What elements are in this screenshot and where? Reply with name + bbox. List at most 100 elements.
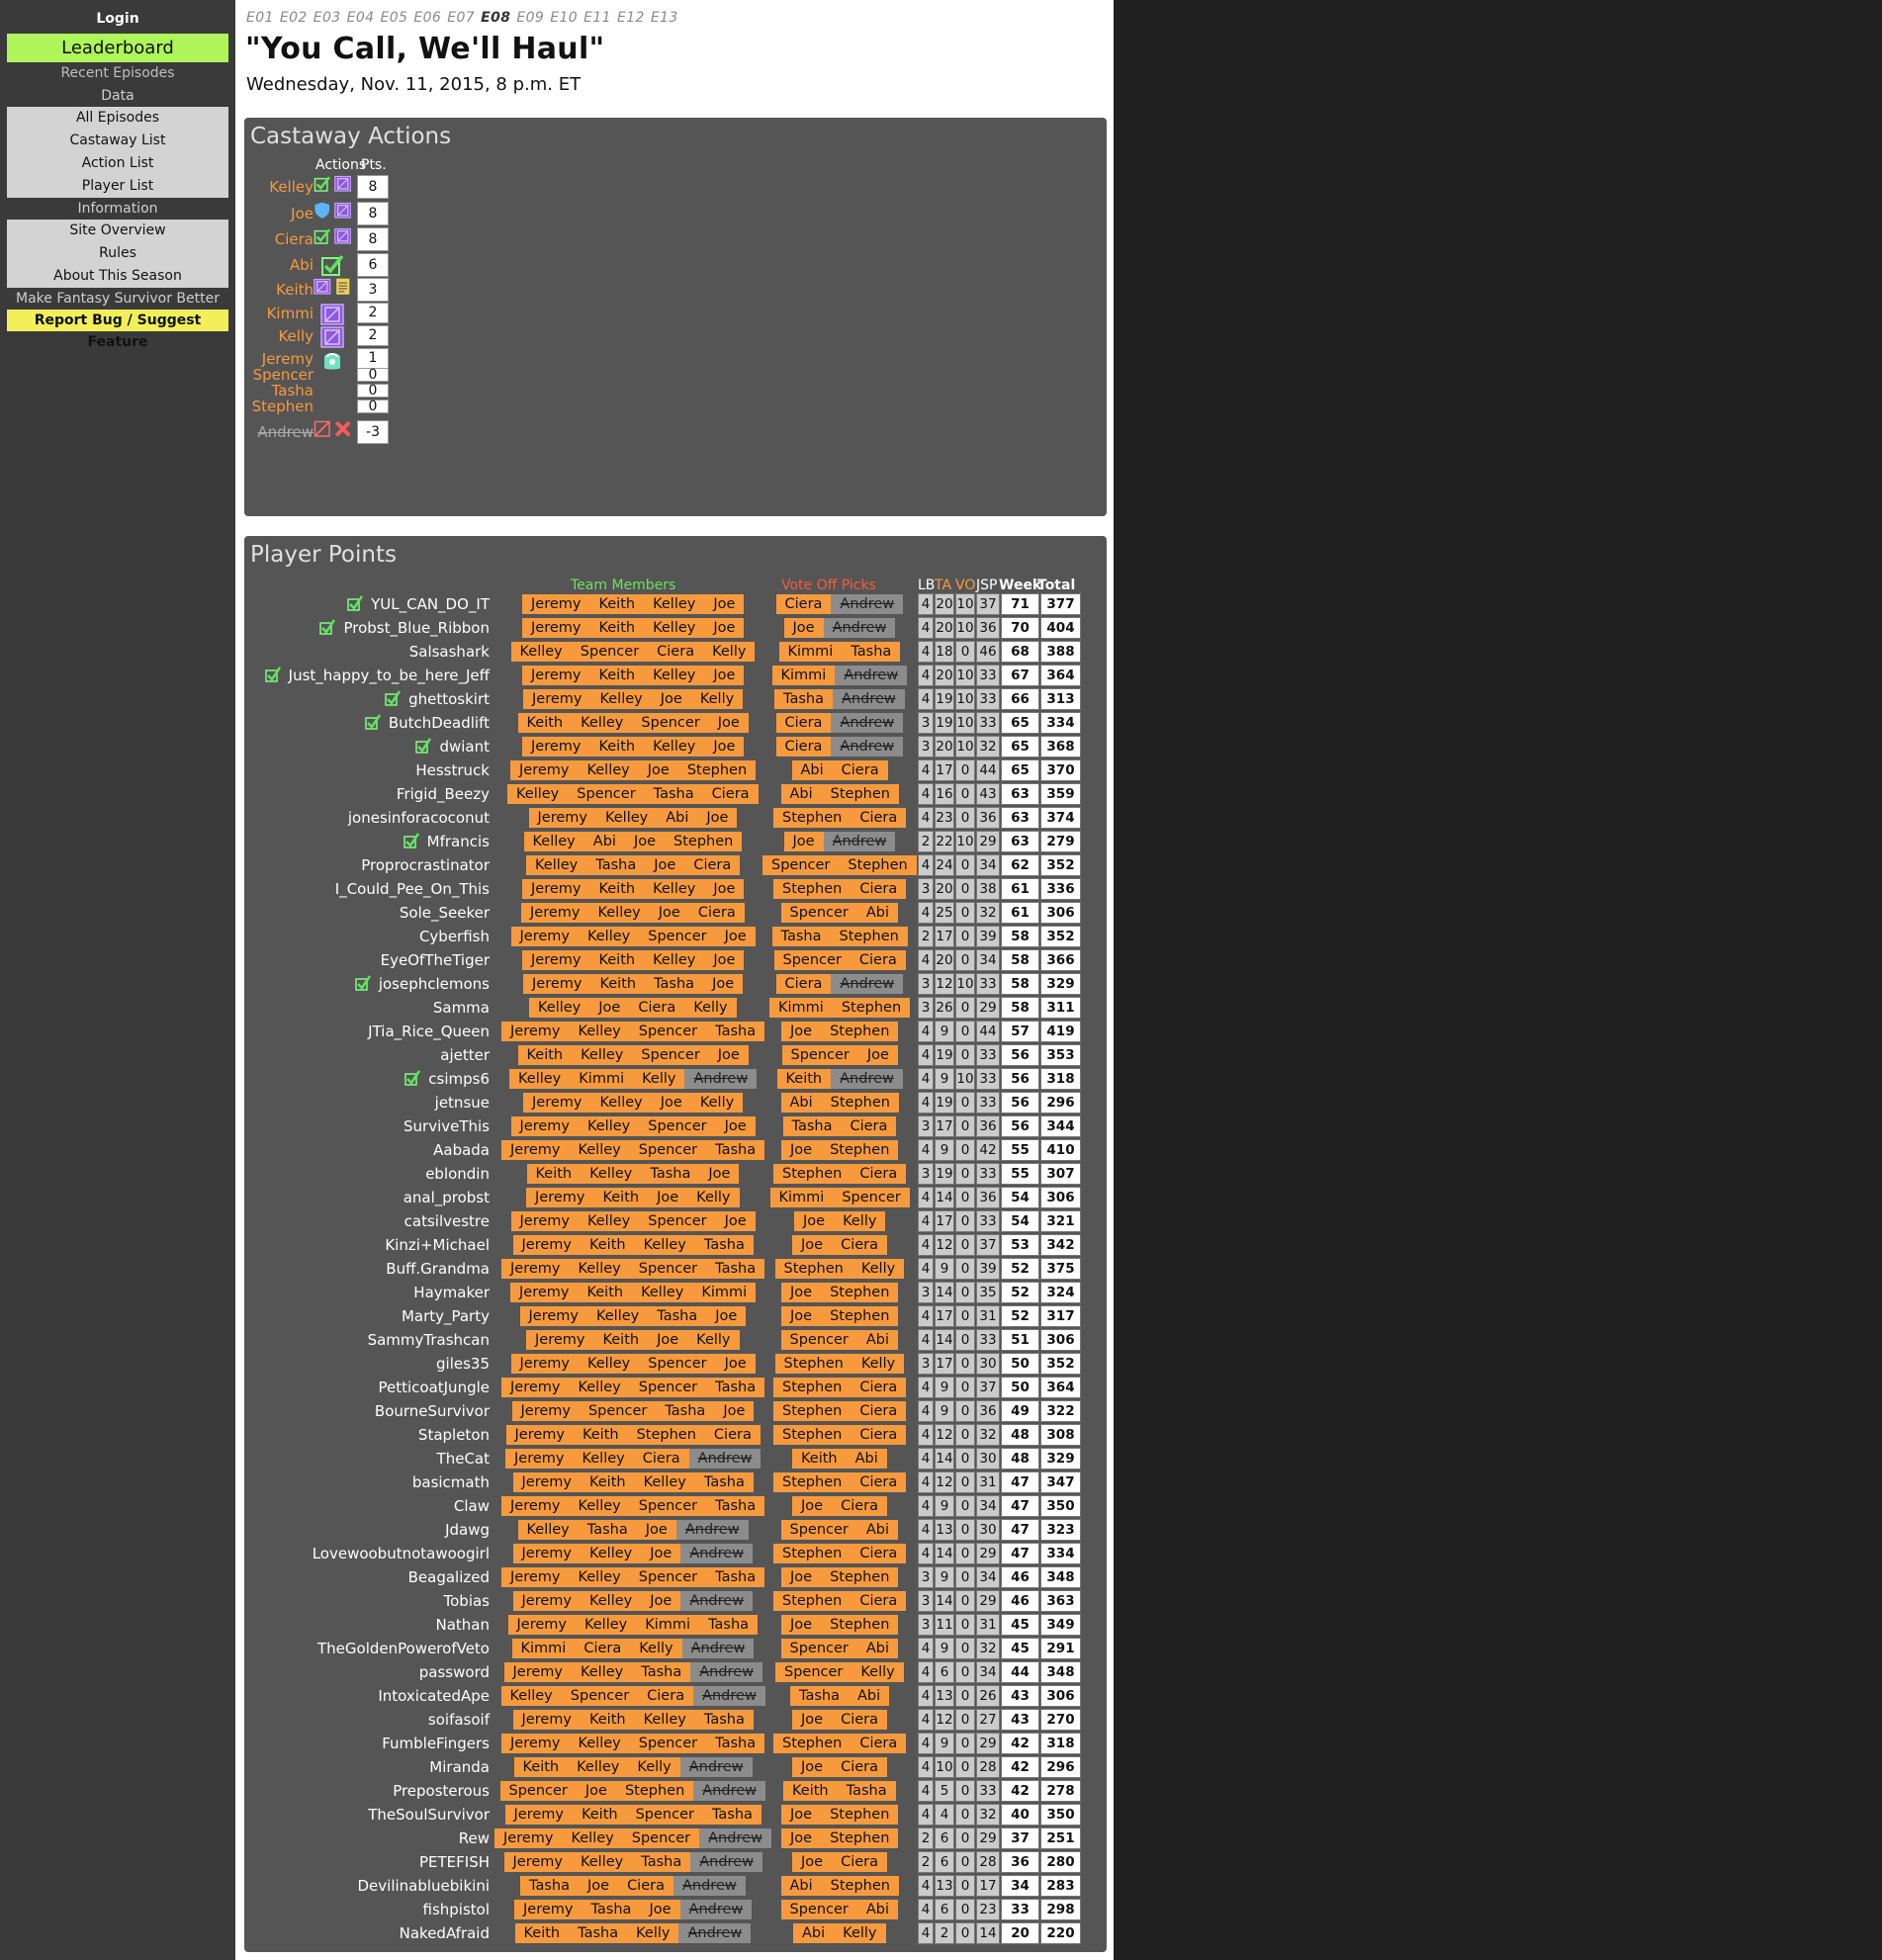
player-name[interactable]: EyeOfTheTiger [381,951,490,969]
player-name[interactable]: Beagalized [408,1568,490,1586]
player-name[interactable]: IntoxicatedApe [378,1687,490,1705]
player-row[interactable]: basicmath Jeremy Keith Kelley Tasha Stephen Ci… [244,1470,1107,1494]
player-name[interactable]: Stapleton [418,1426,490,1444]
player-row[interactable]: ghettoskirt Jeremy Kelley Joe Kelly Tasha Andr… [244,687,1107,711]
player-row[interactable]: Probst_Blue_Ribbon Jeremy Keith Kelley Joe Jo… [244,616,1107,640]
player-name[interactable]: fishpistol [423,1901,491,1918]
episode-link-e05[interactable]: E05 [381,10,408,26]
player-row[interactable]: Preposterous Spencer Joe Stephen Andrew Keith… [244,1779,1107,1803]
player-row[interactable]: Mfrancis Kelley Abi Joe Stephen Joe Andrew 2 22 1… [244,830,1107,853]
player-list-link[interactable]: Player List [7,175,228,198]
rules-link[interactable]: Rules [7,242,228,265]
player-row[interactable]: ButchDeadlift Keith Kelley Spencer Joe Ciera A… [244,711,1107,735]
player-row[interactable]: Jdawg Kelley Tasha Joe Andrew Spencer Abi 4 13 0 3… [244,1518,1107,1542]
episode-link-e04[interactable]: E04 [347,10,375,26]
player-row[interactable]: Hesstruck Jeremy Kelley Joe Stephen Abi Ciera 4… [244,758,1107,782]
player-name[interactable]: Miranda [429,1758,490,1776]
player-row[interactable]: Tobias Jeremy Kelley Joe Andrew Stephen Ciera 3… [244,1589,1107,1613]
player-name[interactable]: TheGoldenPowerofVeto [317,1640,490,1657]
player-name[interactable]: Cyberfish [419,928,490,945]
episode-link-e11[interactable]: E11 [583,10,611,26]
player-row[interactable]: Proprocrastinator Kelley Tasha Joe Ciera Spen… [244,853,1107,877]
player-row[interactable]: csimps6 Kelley Kimmi Kelly Andrew Keith Andrew… [244,1067,1107,1091]
player-name[interactable]: ButchDeadlift [365,714,490,732]
player-name[interactable]: Marty_Party [402,1307,490,1325]
report-bug-button[interactable]: Report Bug / Suggest Feature [7,310,228,350]
player-row[interactable]: jetnsue Jeremy Kelley Joe Kelly Abi Stephen 4 19… [244,1091,1107,1114]
player-name[interactable]: Proprocrastinator [361,856,490,874]
episode-link-e03[interactable]: E03 [314,10,341,26]
player-row[interactable]: PetticoatJungle Jeremy Kelley Spencer Tasha S… [244,1376,1107,1399]
player-name[interactable]: jetnsue [435,1094,490,1112]
player-row[interactable]: Kinzi+Michael Jeremy Keith Kelley Tasha Joe Ci… [244,1233,1107,1257]
action-list-link[interactable]: Action List [7,152,228,175]
recent-episodes-link[interactable]: Recent Episodes [7,62,228,85]
player-name[interactable]: Probst_Blue_Ribbon [319,619,490,637]
player-name[interactable]: basicmath [412,1473,490,1491]
player-row[interactable]: Samma Kelley Joe Ciera Kelly Kimmi Stephen 3 26 0… [244,996,1107,1020]
login-link[interactable]: Login [7,8,228,31]
player-row[interactable]: FumbleFingers Jeremy Kelley Spencer Tasha Ste… [244,1732,1107,1755]
player-row[interactable]: dwiant Jeremy Keith Kelley Joe Ciera Andrew 3 20… [244,735,1107,758]
player-name[interactable]: Samma [433,999,490,1017]
player-name[interactable]: Hesstruck [415,761,490,779]
player-name[interactable]: Haymaker [413,1284,490,1301]
player-row[interactable]: BourneSurvivor Jeremy Spencer Tasha Joe Steph… [244,1399,1107,1423]
player-name[interactable]: Buff.Grandma [386,1260,490,1278]
player-row[interactable]: SurviveThis Jeremy Kelley Spencer Joe Tasha Ci… [244,1114,1107,1138]
episode-link-e01[interactable]: E01 [246,10,274,26]
player-name[interactable]: josephclemons [355,975,490,993]
player-row[interactable]: Claw Jeremy Kelley Spencer Tasha Joe Ciera 4 9 0 3… [244,1494,1107,1518]
player-row[interactable]: I_Could_Pee_On_This Jeremy Keith Kelley Joe S… [244,877,1107,901]
player-name[interactable]: Claw [454,1497,490,1515]
player-name[interactable]: JTia_Rice_Queen [368,1023,490,1040]
player-name[interactable]: csimps6 [404,1070,490,1088]
episode-link-e09[interactable]: E09 [516,10,544,26]
player-name[interactable]: SammyTrashcan [368,1331,490,1349]
player-name[interactable]: dwiant [415,738,490,756]
player-name[interactable]: Jdawg [445,1521,490,1539]
player-row[interactable]: catsilvestre Jeremy Kelley Spencer Joe Joe Kel… [244,1209,1107,1233]
player-name[interactable]: jonesinforacoconut [348,809,490,827]
player-row[interactable]: giles35 Jeremy Kelley Spencer Joe Stephen Kell… [244,1352,1107,1376]
player-row[interactable]: eblondin Keith Kelley Tasha Joe Stephen Ciera 3… [244,1162,1107,1186]
player-row[interactable]: Sole_Seeker Jeremy Kelley Joe Ciera Spencer Ab… [244,901,1107,925]
episode-link-e07[interactable]: E07 [447,10,475,26]
player-row[interactable]: Frigid_Beezy Kelley Spencer Tasha Ciera Abi St… [244,782,1107,806]
player-row[interactable]: Lovewoobutnotawoogirl Jeremy Kelley Joe Andr… [244,1542,1107,1565]
player-row[interactable]: fishpistol Jeremy Tasha Joe Andrew Spencer Abi… [244,1898,1107,1921]
episode-link-e10[interactable]: E10 [550,10,578,26]
player-name[interactable]: Sole_Seeker [400,904,490,922]
player-row[interactable]: EyeOfTheTiger Jeremy Keith Kelley Joe Spencer… [244,948,1107,972]
player-name[interactable]: Lovewoobutnotawoogirl [313,1545,490,1562]
player-name[interactable]: catsilvestre [404,1212,490,1230]
all-episodes-link[interactable]: All Episodes [7,107,228,130]
player-row[interactable]: TheSoulSurvivor Jeremy Keith Spencer Tasha Jo… [244,1803,1107,1826]
player-name[interactable]: giles35 [436,1355,490,1373]
player-row[interactable]: Aabada Jeremy Kelley Spencer Tasha Joe Stephen… [244,1138,1107,1162]
player-name[interactable]: Preposterous [393,1782,490,1800]
player-row[interactable]: Cyberfish Jeremy Kelley Spencer Joe Tasha Step… [244,925,1107,948]
player-row[interactable]: SammyTrashcan Jeremy Keith Joe Kelly Spencer A… [244,1328,1107,1352]
player-name[interactable]: Tobias [444,1592,491,1610]
player-name[interactable]: SurviveThis [403,1117,490,1135]
player-row[interactable]: Beagalized Jeremy Kelley Spencer Tasha Joe Ste… [244,1565,1107,1589]
player-name[interactable]: password [419,1663,490,1681]
player-row[interactable]: jonesinforacoconut Jeremy Kelley Abi Joe Step… [244,806,1107,830]
player-name[interactable]: YUL_CAN_DO_IT [347,595,490,613]
player-name[interactable]: TheCat [437,1450,490,1468]
player-name[interactable]: PETEFISH [419,1853,490,1871]
player-name[interactable]: TheSoulSurvivor [368,1806,490,1824]
about-season-link[interactable]: About This Season [7,265,228,288]
player-row[interactable]: IntoxicatedApe Kelley Spencer Ciera Andrew Ta… [244,1684,1107,1708]
player-row[interactable]: Rew Jeremy Kelley Spencer Andrew Joe Stephen 2 6… [244,1826,1107,1850]
player-row[interactable]: YUL_CAN_DO_IT Jeremy Keith Kelley Joe Ciera An… [244,592,1107,616]
leaderboard-button[interactable]: Leaderboard [7,34,228,62]
player-name[interactable]: Aabada [433,1141,490,1159]
episode-link-e02[interactable]: E02 [280,10,308,26]
player-name[interactable]: Just_happy_to_be_here_Jeff [264,667,490,684]
player-name[interactable]: FumbleFingers [382,1735,490,1752]
player-row[interactable]: Miranda Keith Kelley Kelly Andrew Joe Ciera 4 10… [244,1755,1107,1779]
player-name[interactable]: ghettoskirt [385,690,490,708]
player-name[interactable]: eblondin [425,1165,490,1183]
